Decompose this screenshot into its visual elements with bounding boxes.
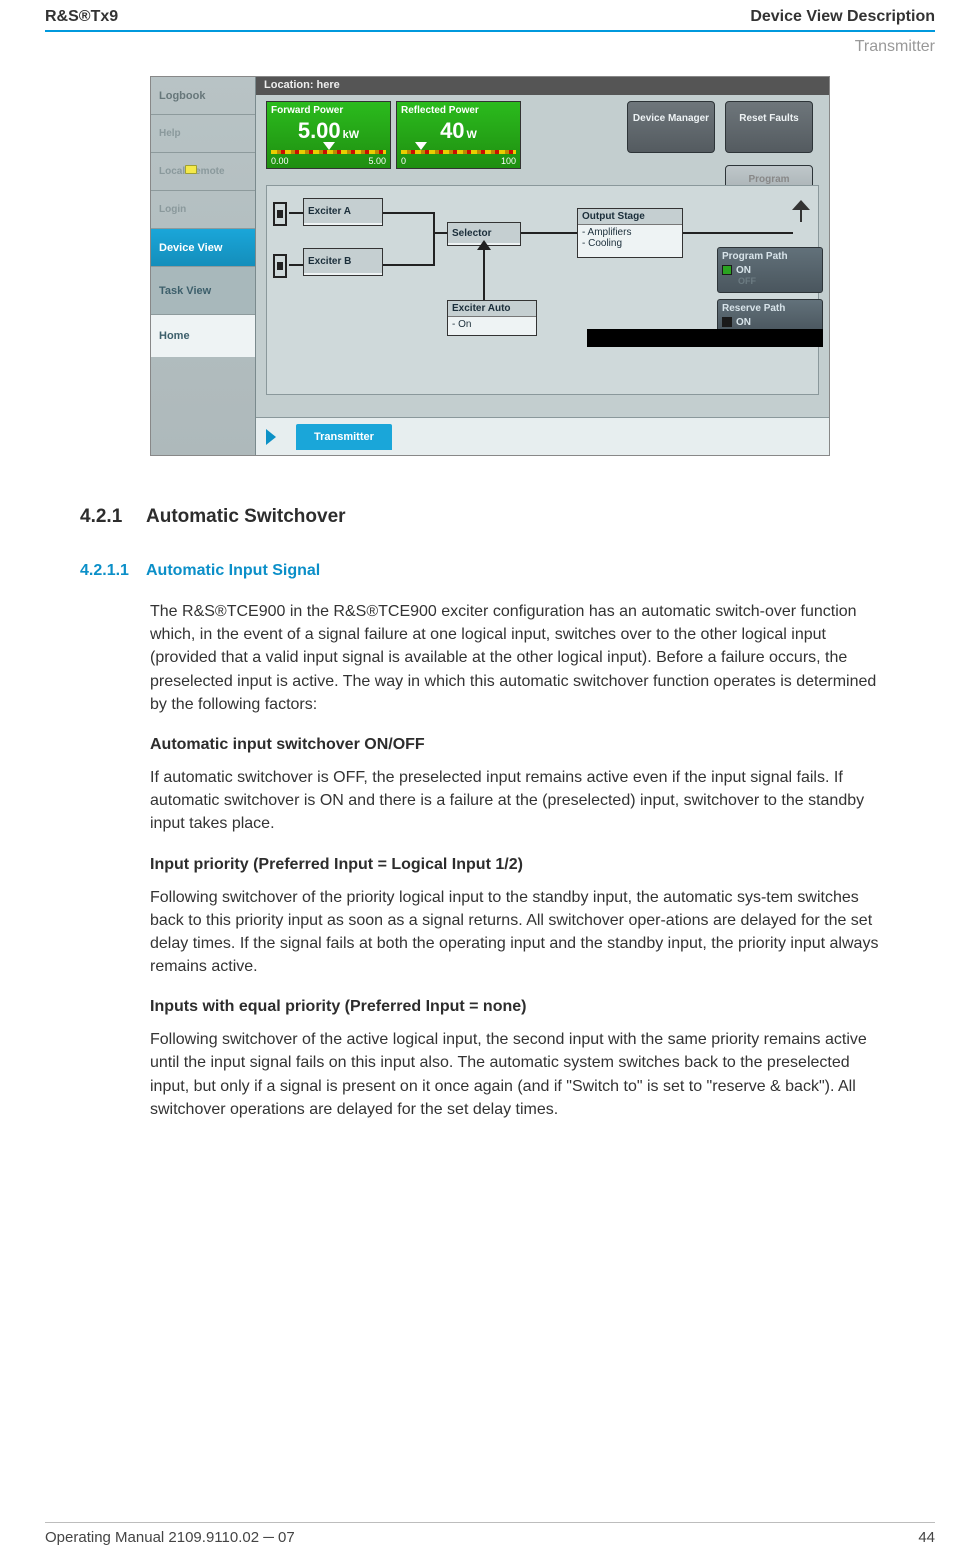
- screenshot-figure: Logbook Help Local/Remote Login Device V…: [150, 76, 830, 456]
- header-right: Device View Description: [750, 8, 935, 26]
- reserve-path-panel[interactable]: Reserve Path ON: [717, 299, 823, 333]
- header-left: R&S®Tx9: [45, 8, 118, 26]
- heading-4-2-1-1: 4.2.1.1Automatic Input Signal: [80, 562, 890, 580]
- rp-min: 0: [401, 156, 406, 166]
- paragraph: Following switchover of the active logic…: [150, 1028, 890, 1121]
- subhead-priority: Input priority (Preferred Input = Logica…: [150, 856, 890, 874]
- wire: [383, 264, 433, 266]
- sidebar-item-logbook[interactable]: Logbook: [151, 77, 255, 115]
- program-on-label: ON: [736, 265, 751, 276]
- heading-4-2-1: 4.2.1Automatic Switchover: [80, 506, 890, 528]
- port-a-icon: [273, 202, 287, 226]
- output-stage-block[interactable]: Output Stage - Amplifiers - Cooling: [577, 208, 683, 258]
- wire: [483, 246, 485, 300]
- redaction-bar: [587, 329, 823, 347]
- tab-row: Transmitter: [256, 417, 829, 455]
- wire: [683, 232, 793, 234]
- wire: [433, 232, 447, 234]
- forward-power-number: 5.00: [298, 118, 341, 143]
- paragraph: Following switchover of the priority log…: [150, 886, 890, 979]
- sidebar-item-local-remote[interactable]: Local/Remote: [151, 153, 255, 191]
- sidebar-item-device-view[interactable]: Device View: [151, 229, 255, 267]
- forward-power-bar: [271, 150, 386, 154]
- location-bar: Location: here: [256, 77, 829, 95]
- subhead-equal: Inputs with equal priority (Preferred In…: [150, 998, 890, 1016]
- sub-title: Automatic Input Signal: [146, 562, 320, 579]
- program-off-label: OFF: [738, 276, 818, 286]
- subheader: Transmitter: [0, 32, 980, 76]
- tab-transmitter[interactable]: Transmitter: [296, 424, 392, 450]
- page-header: R&S®Tx9 Device View Description: [0, 0, 980, 30]
- antenna-icon: [794, 200, 808, 222]
- reserve-path-title: Reserve Path: [722, 303, 785, 314]
- top-row: Forward Power 5.00kW 0.00 5.00 Reflected…: [266, 101, 819, 183]
- breadcrumb-arrow-icon: [266, 429, 276, 445]
- wire: [521, 232, 577, 234]
- sidebar-item-login[interactable]: Login: [151, 191, 255, 229]
- sidebar-item-home[interactable]: Home: [151, 315, 255, 357]
- sidebar-item-help[interactable]: Help: [151, 115, 255, 153]
- exciter-auto-block[interactable]: Exciter Auto - On: [447, 300, 537, 336]
- program-path-panel[interactable]: Program Path ON OFF: [717, 247, 823, 293]
- reflected-power-scale: 0 100: [401, 156, 516, 166]
- footer-wrap: Operating Manual 2109.9110.02 ─ 07 44: [0, 1522, 980, 1546]
- forward-power-value: 5.00kW: [271, 118, 386, 144]
- output-line-cooling: - Cooling: [582, 238, 678, 249]
- subhead-auto-onoff: Automatic input switchover ON/OFF: [150, 736, 890, 754]
- footer-left: Operating Manual 2109.9110.02 ─ 07: [45, 1529, 295, 1546]
- rp-unit: W: [467, 129, 477, 141]
- page-footer: Operating Manual 2109.9110.02 ─ 07 44: [0, 1523, 980, 1546]
- paragraph: If automatic switchover is OFF, the pres…: [150, 766, 890, 836]
- footer-page-number: 44: [918, 1529, 935, 1546]
- exciter-b-label: Exciter B: [304, 249, 382, 273]
- led-icon: [722, 317, 732, 327]
- reflected-power-label: Reflected Power: [401, 105, 516, 116]
- wire: [383, 212, 433, 214]
- output-line-amplifiers: - Amplifiers: [582, 227, 678, 238]
- reflected-power-gauge[interactable]: Reflected Power 40W 0 100: [396, 101, 521, 169]
- content-panel: Location: here Forward Power 5.00kW 0.00…: [256, 77, 829, 455]
- sub-number: 4.2.1.1: [80, 562, 146, 580]
- wire: [433, 212, 435, 266]
- exciter-b-block[interactable]: Exciter B: [303, 248, 383, 276]
- paragraph: The R&S®TCE900 in the R&S®TCE900 exciter…: [150, 600, 890, 716]
- led-on-icon: [722, 265, 732, 275]
- heading-title: Automatic Switchover: [146, 506, 346, 527]
- reset-faults-button[interactable]: Reset Faults: [725, 101, 813, 153]
- output-stage-body: - Amplifiers - Cooling: [578, 225, 682, 251]
- reflected-power-bar: [401, 150, 516, 154]
- sidebar: Logbook Help Local/Remote Login Device V…: [151, 77, 256, 455]
- forward-power-indicator-icon: [323, 142, 335, 150]
- reflected-power-indicator-icon: [415, 142, 427, 150]
- exciter-a-block[interactable]: Exciter A: [303, 198, 383, 226]
- reserve-on-label: ON: [736, 317, 751, 328]
- heading-number: 4.2.1: [80, 506, 146, 528]
- fp-min: 0.00: [271, 156, 289, 166]
- reflected-power-value: 40W: [401, 118, 516, 144]
- wire: [289, 264, 303, 266]
- exciter-a-label: Exciter A: [304, 199, 382, 223]
- forward-power-scale: 0.00 5.00: [271, 156, 386, 166]
- arrow-up-icon: [477, 240, 491, 250]
- program-path-title: Program Path: [722, 251, 788, 262]
- sidebar-item-task-view[interactable]: Task View: [151, 267, 255, 315]
- fp-max: 5.00: [368, 156, 386, 166]
- output-stage-title: Output Stage: [578, 209, 682, 225]
- wire: [289, 212, 303, 214]
- device-view-screenshot: Logbook Help Local/Remote Login Device V…: [150, 76, 830, 456]
- port-b-icon: [273, 254, 287, 278]
- forward-power-gauge[interactable]: Forward Power 5.00kW 0.00 5.00: [266, 101, 391, 169]
- forward-power-unit: kW: [343, 129, 360, 141]
- forward-power-label: Forward Power: [271, 105, 386, 116]
- exciter-auto-title: Exciter Auto: [448, 301, 536, 317]
- text-area: 4.2.1Automatic Switchover 4.2.1.1Automat…: [0, 506, 980, 1121]
- exciter-auto-state: - On: [448, 317, 536, 332]
- device-manager-button[interactable]: Device Manager: [627, 101, 715, 153]
- rp-max: 100: [501, 156, 516, 166]
- rp-number: 40: [440, 118, 464, 143]
